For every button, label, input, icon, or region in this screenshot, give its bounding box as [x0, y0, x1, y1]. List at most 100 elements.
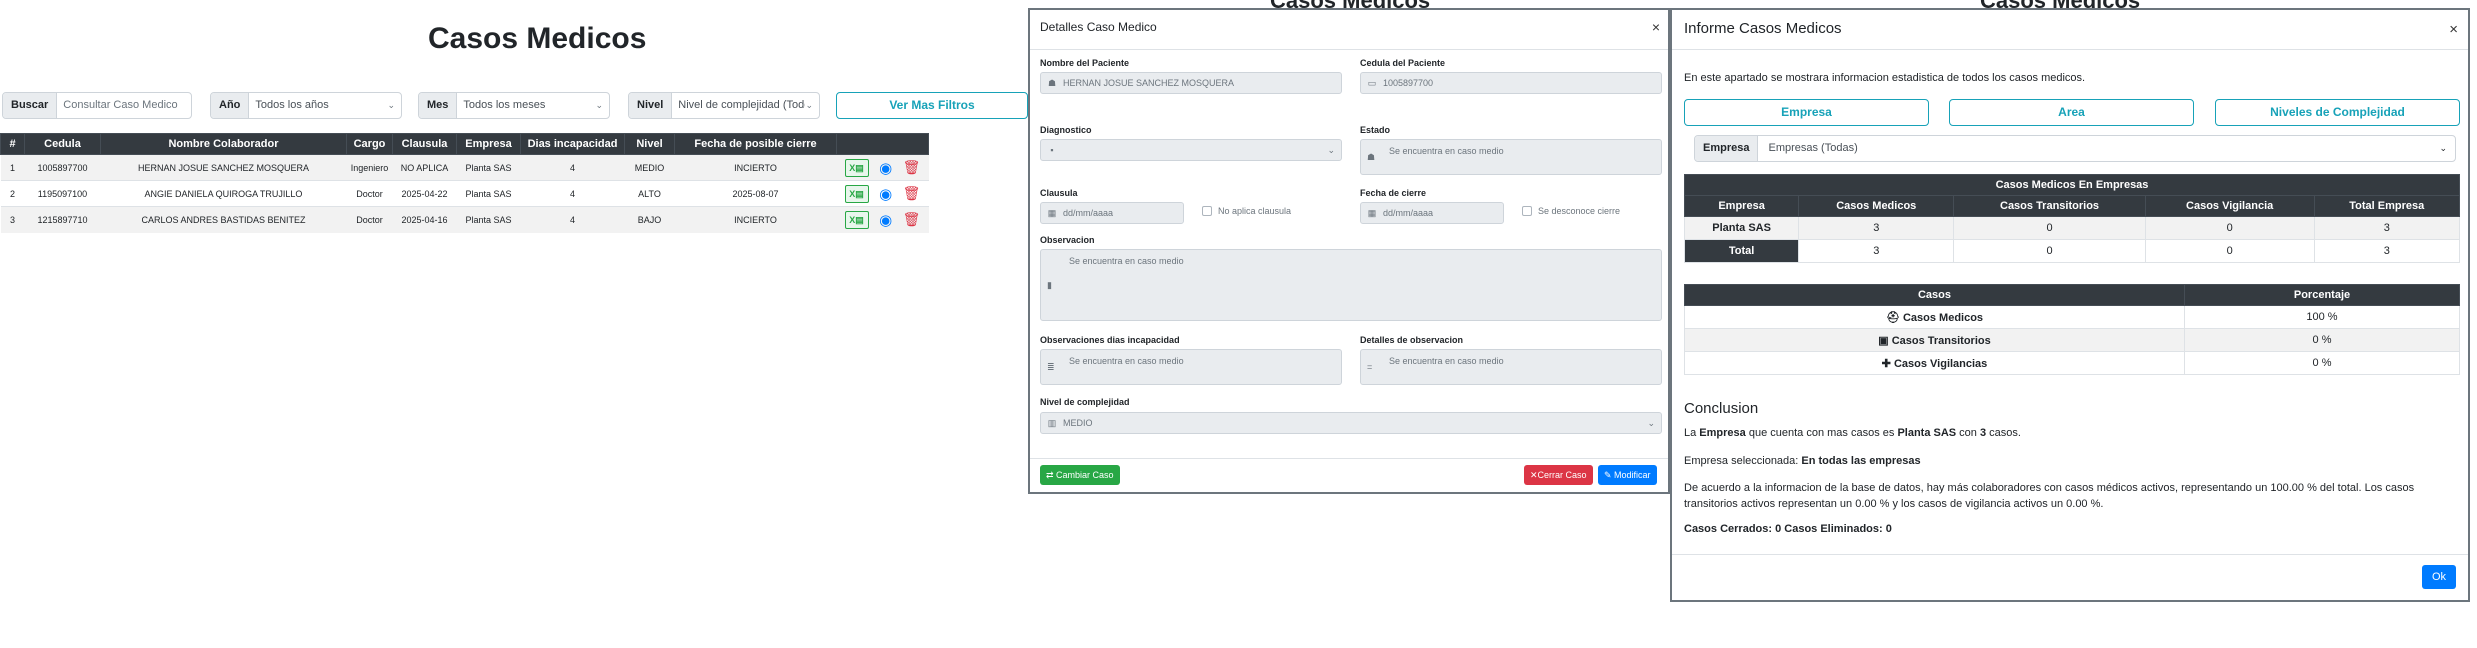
patient-id-value: 1005897700	[1383, 78, 1434, 88]
eye-icon[interactable]: ◉	[879, 211, 892, 229]
trash-icon[interactable]: 🗑	[903, 159, 921, 176]
clause-date-input[interactable]: ▦ dd/mm/aaaa	[1040, 202, 1184, 224]
cell: 2025-04-16	[392, 206, 457, 233]
text: Empresa seleccionada:	[1684, 455, 1802, 467]
exchange-icon: ⇄	[1046, 470, 1057, 480]
col-number: #	[0, 133, 25, 155]
conclusion-line-3: De acuerdo a la informacion de la base d…	[1684, 482, 2415, 510]
ok-button[interactable]: Ok	[2422, 565, 2456, 589]
cell: INCIERTO	[674, 206, 837, 233]
status-value: Se encuentra en caso medio	[1389, 146, 1504, 156]
cell: 3	[2313, 239, 2461, 263]
level-select[interactable]: Nivel de complejidad (Todo	[672, 93, 805, 118]
table-row: 1 1005897700 HERNAN JOSUE SANCHEZ MOSQUE…	[0, 154, 929, 181]
obs-details-value: Se encuentra en caso medio	[1389, 356, 1504, 366]
report-modal-footer: Ok	[1672, 554, 2468, 600]
year-select[interactable]: Todos los años	[249, 93, 387, 118]
cell: 0 %	[2184, 351, 2460, 375]
eye-icon[interactable]: ◉	[879, 185, 892, 203]
cell: 1	[0, 154, 25, 181]
unknown-close-checkbox[interactable]: Se desconoce cierre	[1522, 206, 1620, 216]
patient-name-field[interactable]: ☗ HERNAN JOSUE SANCHEZ MOSQUERA	[1040, 72, 1342, 94]
actions-cell: X▤ ◉ 🗑	[836, 180, 929, 207]
report-modal-header: Informe Casos Medicos ×	[1672, 10, 2468, 50]
more-filters-button[interactable]: Ver Mas Filtros	[836, 92, 1028, 119]
col-casos-medicos: Casos Medicos	[1798, 195, 1955, 217]
clause-date-placeholder: dd/mm/aaaa	[1063, 208, 1114, 218]
company-table-title: Casos Medicos En Empresas	[1684, 174, 2460, 196]
chevron-down-icon: ⌄	[1327, 144, 1335, 155]
col-cedula: Cedula	[24, 133, 101, 155]
complexity-tab-button[interactable]: Niveles de Complejidad	[2215, 99, 2460, 126]
observation-label: Observacion	[1040, 235, 1095, 245]
company-select[interactable]: Empresas (Todas)	[1758, 136, 2439, 161]
close-icon[interactable]: ×	[1652, 19, 1660, 35]
cell: 0	[1953, 239, 2146, 263]
text: En todas las empresas	[1801, 455, 1921, 467]
complexity-value: MEDIO	[1063, 418, 1093, 428]
close-date-input[interactable]: ▦ dd/mm/aaaa	[1360, 202, 1504, 224]
month-group: Mes Todos los meses ⌄	[418, 92, 610, 119]
obs-details-textarea[interactable]: = Se encuentra en caso medio	[1360, 349, 1662, 385]
empresa-tab-button[interactable]: Empresa	[1684, 99, 1929, 126]
eye-icon[interactable]: ◉	[879, 159, 892, 177]
month-label: Mes	[419, 93, 458, 118]
unknown-close-label: Se desconoce cierre	[1538, 206, 1621, 216]
close-case-label: Cerrar Caso	[1537, 470, 1587, 480]
col-actions	[836, 133, 929, 155]
modify-button[interactable]: ✎ Modificar	[1598, 465, 1657, 485]
checkbox-box[interactable]	[1522, 206, 1532, 216]
file-excel-icon[interactable]: X▤	[844, 158, 869, 177]
obs-days-textarea[interactable]: ≣ Se encuentra en caso medio	[1040, 349, 1342, 385]
observation-textarea[interactable]: ▮ Se encuentra en caso medio	[1040, 249, 1662, 321]
cell: Doctor	[346, 180, 393, 207]
cell: HERNAN JOSUE SANCHEZ MOSQUERA	[100, 154, 347, 181]
cell: Planta SAS	[456, 154, 521, 181]
search-label: Buscar	[3, 93, 58, 118]
close-icon[interactable]: ×	[2449, 21, 2458, 38]
cell: ▣ Casos Transitorios	[1684, 328, 2185, 352]
cell: 100 %	[2184, 305, 2460, 329]
cell: MEDIO	[624, 154, 675, 181]
cell: 4	[520, 180, 625, 207]
trash-icon[interactable]: 🗑	[903, 211, 921, 228]
trash-icon[interactable]: 🗑	[903, 185, 921, 202]
close-case-button[interactable]: ✕Cerrar Caso	[1524, 465, 1593, 485]
col-dias: Dias incapacidad	[520, 133, 625, 155]
obs-details-label: Detalles de observacion	[1360, 335, 1464, 345]
checkbox-box[interactable]	[1202, 206, 1212, 216]
file-icon: ▮	[1047, 280, 1052, 290]
table-row: ✚ Casos Vigilancias 0 %	[1684, 351, 2460, 375]
report-modal-title: Informe Casos Medicos	[1684, 20, 1842, 37]
no-clause-checkbox[interactable]: No aplica clausula	[1202, 206, 1291, 216]
equals-icon: =	[1367, 362, 1373, 372]
cell: 3	[1798, 216, 1955, 240]
col-clausula: Clausula	[392, 133, 457, 155]
patient-name-value: HERNAN JOSUE SANCHEZ MOSQUERA	[1063, 78, 1235, 88]
level-label: Nivel	[629, 93, 673, 118]
diagnosis-select[interactable]: ▪ ⌄	[1040, 139, 1342, 161]
area-tab-button[interactable]: Area	[1949, 99, 2194, 126]
col-cargo: Cargo	[346, 133, 393, 155]
patient-id-field[interactable]: ▭ 1005897700	[1360, 72, 1662, 94]
diagnosis-label: Diagnostico	[1040, 125, 1092, 135]
cell: ⛑ Casos Medicos	[1684, 305, 2185, 329]
table-row: ⛑ Casos Medicos 100 %	[1684, 305, 2460, 329]
file-excel-icon[interactable]: X▤	[844, 184, 869, 203]
percentage-table: Casos Porcentaje ⛑ Casos Medicos 100 % ▣…	[1684, 284, 2460, 375]
file-excel-icon[interactable]: X▤	[844, 210, 869, 229]
change-case-button[interactable]: ⇄ Cambiar Caso	[1040, 465, 1120, 485]
month-select[interactable]: Todos los meses	[457, 93, 595, 118]
cell: ✚ Casos Vigilancias	[1684, 351, 2185, 375]
status-textarea[interactable]: ☗ Se encuentra en caso medio	[1360, 139, 1662, 175]
row-label: Casos Vigilancias	[1893, 357, 1988, 370]
cell: 2025-08-07	[674, 180, 837, 207]
cases-table: # Cedula Nombre Colaborador Cargo Clausu…	[0, 133, 929, 233]
search-input[interactable]: Consultar Caso Medico	[57, 93, 191, 118]
text: con	[1956, 427, 1980, 439]
table-row: 3 1215897710 CARLOS ANDRES BASTIDAS BENI…	[0, 206, 929, 233]
hand-holding-medical-icon: ✚	[1881, 357, 1894, 370]
complexity-select[interactable]: ▥ MEDIO ⌄	[1040, 412, 1662, 434]
col-total-empresa: Total Empresa	[2313, 195, 2461, 217]
cell: 4	[520, 206, 625, 233]
